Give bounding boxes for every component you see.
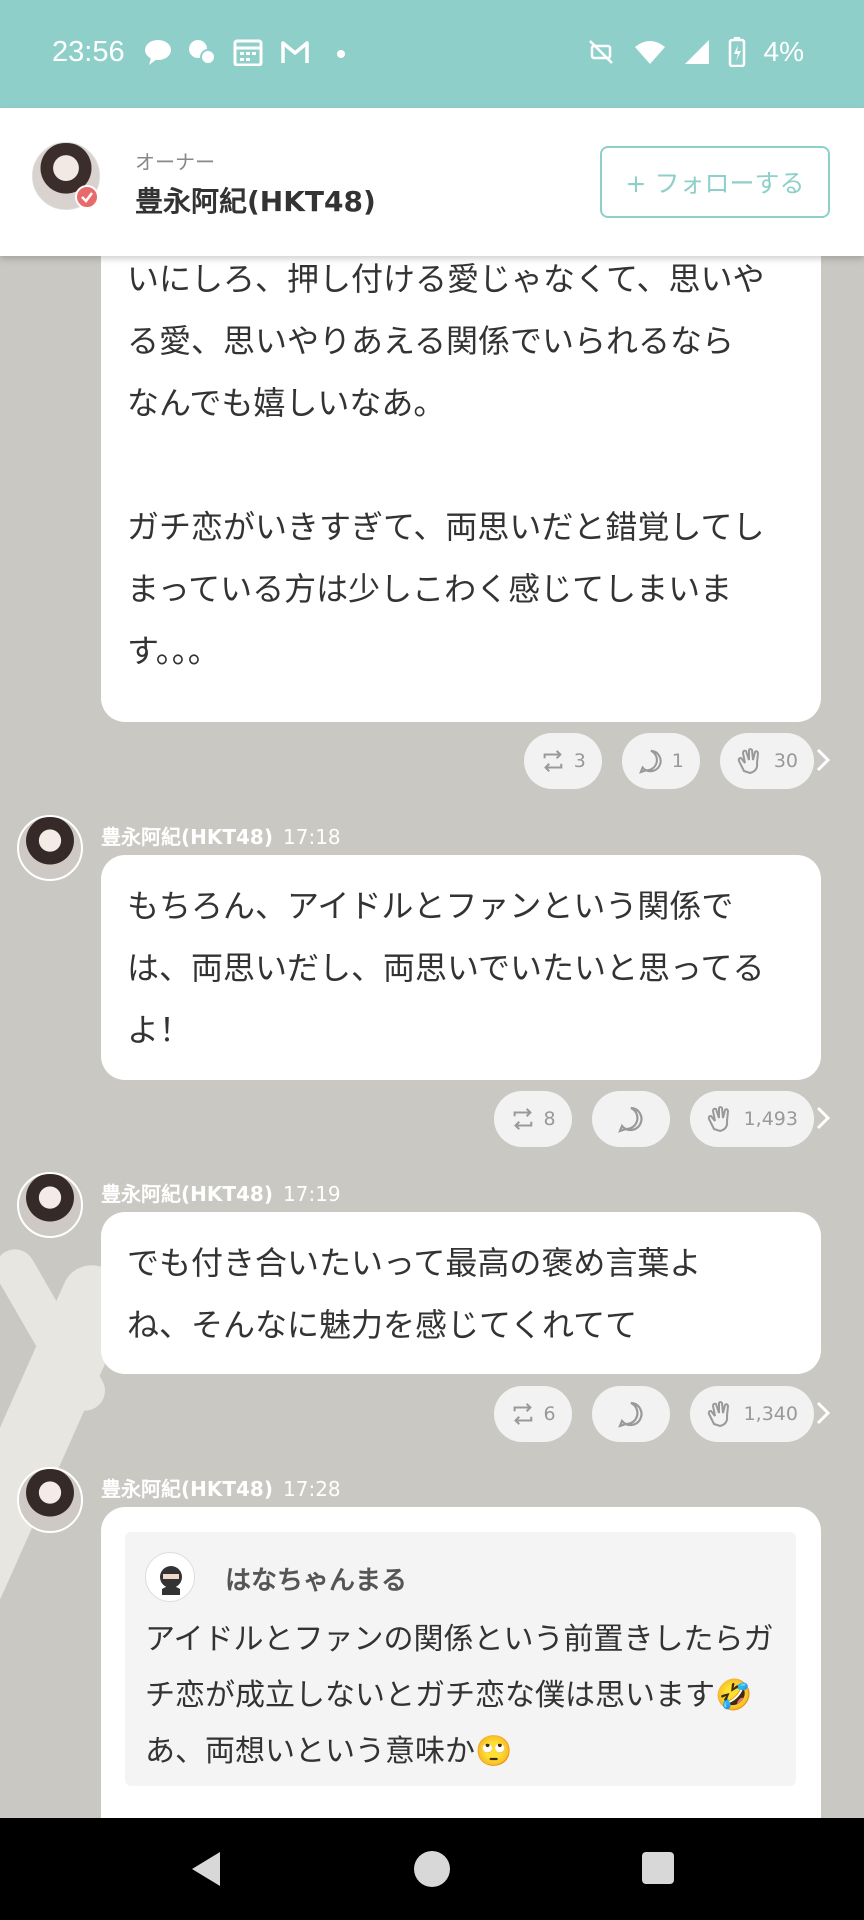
back-icon[interactable] xyxy=(190,1850,222,1888)
author-name[interactable]: 豊永阿紀(HKT48) xyxy=(101,1182,273,1206)
clap-button[interactable]: 30 xyxy=(719,733,814,789)
message-bubble: でも付き合いたいって最高の褒め言葉よ ね、そんなに魅力を感じてくれてて xyxy=(101,1212,821,1374)
message-actions: 3 1 30 xyxy=(523,733,814,789)
battery-charging-icon xyxy=(728,37,745,67)
quoted-message[interactable]: はなちゃんまる アイドルとファンの関係という前置きしたらガ チ恋が成立しないとガ… xyxy=(125,1532,796,1786)
message-text: いにしろ、押し付ける愛じゃなくて、思いや る愛、思いやりあえる関係でいられるなら… xyxy=(127,260,765,670)
message-header: 豊永阿紀(HKT48) 17:18 xyxy=(101,821,341,850)
message-bubble: もちろん、アイドルとファンという関係で は、両思いだし、両思いでいたいと思ってる… xyxy=(101,855,821,1080)
clap-icon xyxy=(707,1106,729,1133)
chevron-right-icon[interactable] xyxy=(812,746,834,774)
follow-button[interactable]: + フォローする xyxy=(600,146,830,218)
chat-icon xyxy=(189,40,216,65)
owner-name[interactable]: 豊永阿紀(HKT48) xyxy=(135,180,376,220)
reply-button[interactable] xyxy=(591,1386,670,1442)
message-time: 17:18 xyxy=(283,825,341,849)
wifi-icon xyxy=(634,41,665,64)
message-header: 豊永阿紀(HKT48) 17:19 xyxy=(101,1178,341,1207)
repost-count: 3 xyxy=(573,750,586,772)
reply-bubble-icon xyxy=(617,1401,643,1428)
home-icon[interactable] xyxy=(414,1851,450,1887)
calendar-icon xyxy=(233,39,263,66)
clap-count: 1,340 xyxy=(743,1403,798,1425)
status-right-group: 4% xyxy=(586,36,804,68)
repost-icon xyxy=(513,1108,532,1130)
message-time: 17:19 xyxy=(283,1182,341,1206)
reply-count: 1 xyxy=(671,750,684,772)
ninja-avatar-icon xyxy=(160,1566,182,1595)
battery-percent: 4% xyxy=(763,36,804,67)
reply-button[interactable]: 1 xyxy=(621,733,700,789)
gmail-icon xyxy=(281,41,309,63)
author-avatar[interactable] xyxy=(17,1172,83,1238)
message-actions: 8 1,493 xyxy=(493,1091,814,1147)
repost-icon xyxy=(543,750,563,772)
quoted-user-name: はなちゃんまる xyxy=(225,1566,408,1596)
system-nav-bar xyxy=(0,1818,864,1920)
repost-button[interactable]: 3 xyxy=(523,733,602,789)
clap-button[interactable]: 1,340 xyxy=(689,1386,814,1442)
owner-role-label: オーナー xyxy=(135,150,215,174)
clap-icon xyxy=(737,748,759,775)
clap-button[interactable]: 1,493 xyxy=(689,1091,814,1147)
more-notifications-dot xyxy=(337,50,345,58)
message-actions: 6 1,340 xyxy=(493,1386,814,1442)
line-icon xyxy=(145,40,171,65)
status-bar: 23:56 4% xyxy=(0,0,864,108)
message-text: もちろん、アイドルとファンという関係で は、両思いだし、両思いでいたいと思ってる… xyxy=(127,887,765,1049)
author-name[interactable]: 豊永阿紀(HKT48) xyxy=(101,1477,273,1501)
message-bubble: いにしろ、押し付ける愛じゃなくて、思いや る愛、思いやりあえる関係でいられるなら… xyxy=(101,226,821,722)
reply-button[interactable] xyxy=(591,1091,670,1147)
message-time: 17:28 xyxy=(283,1477,341,1501)
repost-icon xyxy=(513,1403,532,1425)
quoted-user-avatar xyxy=(145,1552,195,1602)
message-text: でも付き合いたいって最高の褒め言葉よ ね、そんなに魅力を感じてくれてて xyxy=(127,1244,702,1344)
repost-button[interactable]: 8 xyxy=(493,1091,572,1147)
reply-bubble-icon xyxy=(638,749,662,774)
author-avatar[interactable] xyxy=(17,815,83,881)
verified-badge-icon xyxy=(75,185,99,209)
recents-icon[interactable] xyxy=(642,1852,674,1884)
reply-bubble-icon xyxy=(617,1106,643,1133)
author-avatar[interactable] xyxy=(17,1467,83,1533)
repost-button[interactable]: 6 xyxy=(493,1386,572,1442)
repost-count: 8 xyxy=(543,1108,556,1130)
chevron-right-icon[interactable] xyxy=(812,1399,834,1427)
chevron-right-icon[interactable] xyxy=(812,1104,834,1132)
repost-count: 6 xyxy=(543,1403,556,1425)
clap-icon xyxy=(707,1401,729,1428)
signal-icon xyxy=(684,40,709,64)
clap-count: 1,493 xyxy=(743,1108,798,1130)
author-name[interactable]: 豊永阿紀(HKT48) xyxy=(101,825,273,849)
status-time: 23:56 xyxy=(52,36,125,68)
channel-header: オーナー 豊永阿紀(HKT48) + フォローする xyxy=(0,108,864,256)
message-header: 豊永阿紀(HKT48) 17:28 xyxy=(101,1473,341,1502)
mute-icon xyxy=(588,40,613,64)
clap-count: 30 xyxy=(773,750,798,772)
quoted-text: アイドルとファンの関係という前置きしたらガ チ恋が成立しないとガチ恋な僕は思いま… xyxy=(145,1622,774,1769)
